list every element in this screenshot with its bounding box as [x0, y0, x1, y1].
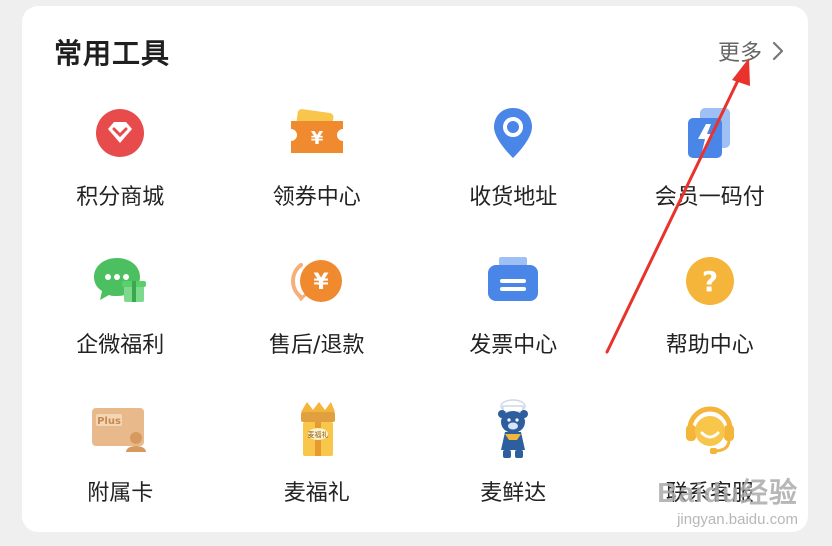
tool-label: 领券中心: [272, 185, 361, 210]
tool-label: 企微福利: [76, 333, 165, 358]
tools-row: 积分商城 ¥ 领券中心 收货地址 会员一码付: [22, 101, 808, 249]
tool-label: 积分商城: [76, 185, 165, 210]
tool-points-mall[interactable]: 积分商城: [22, 101, 219, 249]
svg-text:¥: ¥: [310, 128, 323, 149]
chevron-right-icon: [772, 41, 784, 61]
points-mall-icon: [88, 101, 152, 165]
tool-invoice-center[interactable]: 发票中心: [415, 249, 612, 397]
svg-text:¥: ¥: [313, 270, 329, 295]
plus-card-icon: Plus: [88, 397, 152, 461]
invoice-icon: [481, 249, 545, 313]
refund-icon: ¥: [285, 249, 349, 313]
more-label: 更多: [717, 41, 762, 66]
watermark-main: Baidu经验: [657, 477, 798, 508]
gift-box-icon: 麦福礼: [285, 397, 349, 461]
tool-label: 售后/退款: [269, 333, 365, 358]
common-tools-card: 常用工具 更多 积分商城 ¥ 领券中心 收货地址 会员一码付 企微福利 ¥ 售后…: [22, 6, 808, 532]
tool-label: 麦鲜达: [480, 481, 547, 506]
tool-coupon-center[interactable]: ¥ 领券中心: [219, 101, 416, 249]
section-title: 常用工具: [54, 37, 171, 70]
svg-text:?: ?: [702, 265, 718, 298]
customer-service-icon: [678, 397, 742, 461]
help-icon: ?: [678, 249, 742, 313]
tool-member-pay[interactable]: 会员一码付: [612, 101, 809, 249]
location-pin-icon: [481, 101, 545, 165]
watermark-sub: jingyan.baidu.com: [677, 511, 798, 528]
tool-mai-xian-da[interactable]: 麦鲜达: [415, 397, 612, 545]
tool-help-center[interactable]: ? 帮助中心: [612, 249, 809, 397]
tool-label: 发票中心: [469, 333, 558, 358]
more-button[interactable]: 更多: [718, 36, 784, 66]
tool-mai-fu-li[interactable]: 麦福礼 麦福礼: [219, 397, 416, 545]
tool-label: 收货地址: [469, 185, 558, 210]
tool-label: 附属卡: [87, 481, 154, 506]
tool-wechat-welfare[interactable]: 企微福利: [22, 249, 219, 397]
baidu-jingyan-watermark: Baidu经验 jingyan.baidu.com: [657, 471, 798, 528]
svg-text:麦福礼: 麦福礼: [307, 430, 328, 439]
svg-text:Plus: Plus: [97, 416, 121, 427]
tool-sub-card[interactable]: Plus 附属卡: [22, 397, 219, 545]
wechat-gift-icon: [88, 249, 152, 313]
tool-after-sales[interactable]: ¥ 售后/退款: [219, 249, 416, 397]
tool-label: 麦福礼: [283, 481, 350, 506]
bear-mascot-icon: [481, 397, 545, 461]
tool-shipping-address[interactable]: 收货地址: [415, 101, 612, 249]
member-pay-icon: [678, 101, 742, 165]
coupon-icon: ¥: [285, 101, 349, 165]
tools-row: 企微福利 ¥ 售后/退款 发票中心 ? 帮助中心: [22, 249, 808, 397]
tool-label: 帮助中心: [665, 333, 754, 358]
tool-label: 会员一码付: [654, 185, 765, 210]
